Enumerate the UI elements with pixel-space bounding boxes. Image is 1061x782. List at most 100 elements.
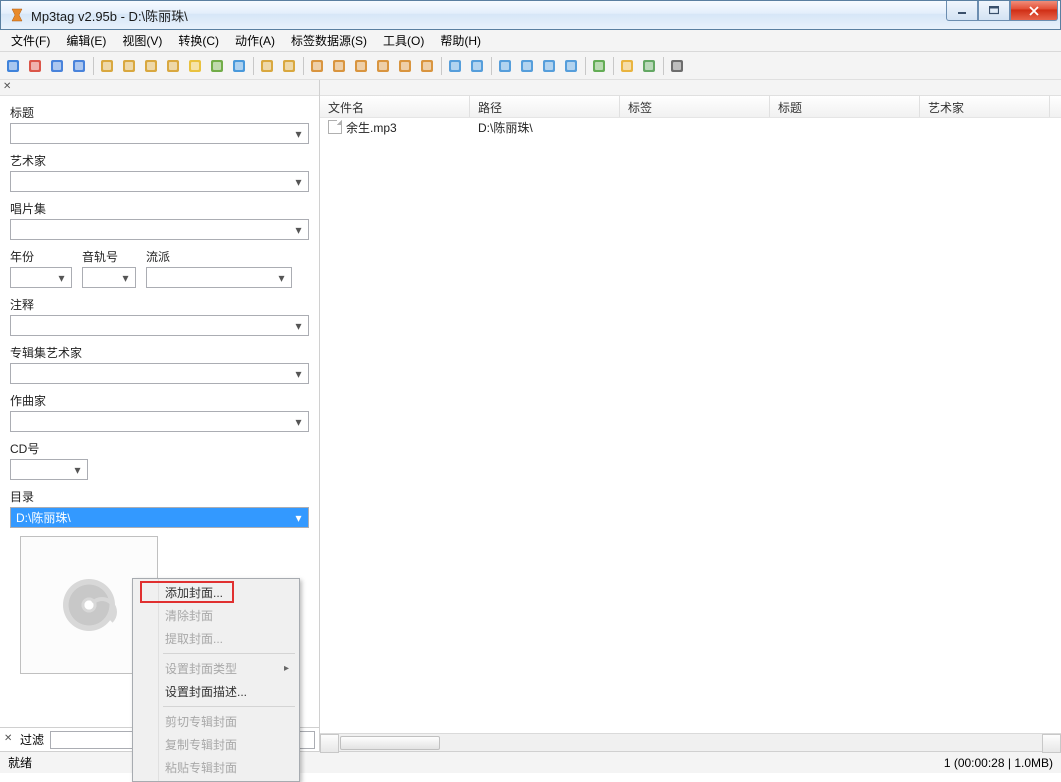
tag-src1-icon[interactable] — [306, 55, 328, 77]
filter-close-icon[interactable]: ✕ — [4, 735, 14, 745]
column-header[interactable]: 文件名 — [320, 96, 470, 117]
albumartist-input[interactable]: ▾ — [10, 363, 309, 384]
app-icon — [9, 7, 25, 23]
table-row[interactable]: 余生.mp3D:\陈丽珠\ — [320, 118, 1061, 136]
tag-src3-icon[interactable] — [350, 55, 372, 77]
chevron-down-icon[interactable]: ▾ — [291, 510, 306, 525]
menu-item-0[interactable]: 文件(F) — [4, 30, 57, 51]
favorite-icon[interactable] — [184, 55, 206, 77]
chevron-down-icon[interactable]: ▾ — [70, 462, 85, 477]
menu-item-3[interactable]: 转换(C) — [171, 30, 226, 51]
panel-close-icon[interactable]: ✕ — [3, 83, 13, 93]
tag-src5-icon[interactable] — [394, 55, 416, 77]
quick-action-icon[interactable] — [516, 55, 538, 77]
check-icon[interactable] — [588, 55, 610, 77]
albumartist-label: 专辑集艺术家 — [10, 344, 309, 361]
status-info: 1 (00:00:28 | 1.0MB) — [944, 756, 1053, 770]
ctx-item-9: 粘贴专辑封面 — [135, 756, 297, 779]
menu-item-1[interactable]: 编辑(E) — [59, 30, 113, 51]
autonum-icon[interactable] — [444, 55, 466, 77]
disc-icon — [63, 579, 115, 631]
file-list[interactable]: 余生.mp3D:\陈丽珠\ — [320, 118, 1061, 733]
artist-input[interactable]: ▾ — [10, 171, 309, 192]
save-icon[interactable] — [2, 55, 24, 77]
ctx-item-8: 复制专辑封面 — [135, 733, 297, 756]
album-input[interactable]: ▾ — [10, 219, 309, 240]
ctx-item-7: 剪切专辑封面 — [135, 710, 297, 733]
artist-label: 艺术家 — [10, 152, 309, 169]
horizontal-scrollbar[interactable] — [320, 733, 1061, 751]
menu-item-4[interactable]: 动作(A) — [228, 30, 282, 51]
genre-input[interactable]: ▾ — [146, 267, 292, 288]
tag-src4-icon[interactable] — [372, 55, 394, 77]
column-header[interactable]: 路径 — [470, 96, 620, 117]
chevron-down-icon[interactable]: ▾ — [54, 270, 69, 285]
file-panel: 文件名路径标签标题艺术家 余生.mp3D:\陈丽珠\ — [320, 80, 1061, 751]
menu-item-6[interactable]: 工具(O) — [376, 30, 431, 51]
chevron-right-icon: ▸ — [284, 663, 289, 674]
composer-input[interactable]: ▾ — [10, 411, 309, 432]
chevron-down-icon[interactable]: ▾ — [291, 174, 306, 189]
folder-up-icon[interactable] — [140, 55, 162, 77]
refresh-icon[interactable] — [228, 55, 250, 77]
comment-input[interactable]: ▾ — [10, 315, 309, 336]
column-header[interactable]: 标题 — [770, 96, 920, 117]
tag-src2-icon[interactable] — [328, 55, 350, 77]
track-input[interactable]: ▾ — [82, 267, 136, 288]
window-title: Mp3tag v2.95b - D:\陈丽珠\ — [31, 6, 188, 25]
playlist-icon[interactable] — [206, 55, 228, 77]
directory-input[interactable]: D:\陈丽珠\▾ — [10, 507, 309, 528]
chevron-down-icon[interactable]: ▾ — [118, 270, 133, 285]
menubar: 文件(F)编辑(E)视图(V)转换(C)动作(A)标签数据源(S)工具(O)帮助… — [0, 30, 1061, 52]
column-header[interactable]: 艺术家 — [920, 96, 1050, 117]
genre-label: 流派 — [146, 248, 292, 265]
titlebar: Mp3tag v2.95b - D:\陈丽珠\ — [0, 0, 1061, 30]
web-icon[interactable] — [616, 55, 638, 77]
chevron-down-icon[interactable]: ▾ — [291, 222, 306, 237]
file-tag-icon[interactable] — [278, 55, 300, 77]
chevron-down-icon[interactable]: ▾ — [291, 126, 306, 141]
settings-icon[interactable] — [666, 55, 688, 77]
chevron-down-icon[interactable]: ▾ — [291, 318, 306, 333]
cover-context-menu: 添加封面...清除封面提取封面...设置封面类型▸设置封面描述...剪切专辑封面… — [132, 578, 300, 782]
year-input[interactable]: ▾ — [10, 267, 72, 288]
columns-icon[interactable] — [560, 55, 582, 77]
directory-label: 目录 — [10, 488, 309, 505]
folder-add-icon[interactable] — [96, 55, 118, 77]
minimize-button[interactable] — [946, 1, 978, 21]
status-ready: 就绪 — [8, 754, 32, 771]
title-input[interactable]: ▾ — [10, 123, 309, 144]
folder-open-icon[interactable] — [118, 55, 140, 77]
tag-src6-icon[interactable] — [416, 55, 438, 77]
comment-label: 注释 — [10, 296, 309, 313]
undo-icon[interactable] — [46, 55, 68, 77]
maximize-button[interactable] — [978, 1, 1010, 21]
actions-icon[interactable] — [494, 55, 516, 77]
cell-path: D:\陈丽珠\ — [470, 119, 620, 136]
menu-item-2[interactable]: 视图(V) — [115, 30, 169, 51]
discno-input[interactable]: ▾ — [10, 459, 88, 480]
globe-icon[interactable] — [638, 55, 660, 77]
chevron-down-icon[interactable]: ▾ — [291, 366, 306, 381]
export-icon[interactable] — [538, 55, 560, 77]
title-label: 标题 — [10, 104, 309, 121]
scroll-thumb[interactable] — [340, 736, 440, 750]
menu-item-5[interactable]: 标签数据源(S) — [284, 30, 374, 51]
column-header[interactable]: 标签 — [620, 96, 770, 117]
ctx-item-0[interactable]: 添加封面... — [135, 581, 297, 604]
ctx-item-5[interactable]: 设置封面描述... — [135, 680, 297, 703]
close-button[interactable] — [1010, 1, 1058, 21]
discno-label: CD号 — [10, 440, 309, 457]
track-label: 音轨号 — [82, 248, 136, 265]
toolbar — [0, 52, 1061, 80]
folder-fav-icon[interactable] — [162, 55, 184, 77]
tag-file-icon[interactable] — [256, 55, 278, 77]
filter-label: 过滤 — [20, 731, 44, 748]
chevron-down-icon[interactable]: ▾ — [291, 414, 306, 429]
redo-icon[interactable] — [68, 55, 90, 77]
delete-icon[interactable] — [24, 55, 46, 77]
case-icon[interactable] — [466, 55, 488, 77]
album-label: 唱片集 — [10, 200, 309, 217]
chevron-down-icon[interactable]: ▾ — [274, 270, 289, 285]
menu-item-7[interactable]: 帮助(H) — [433, 30, 488, 51]
